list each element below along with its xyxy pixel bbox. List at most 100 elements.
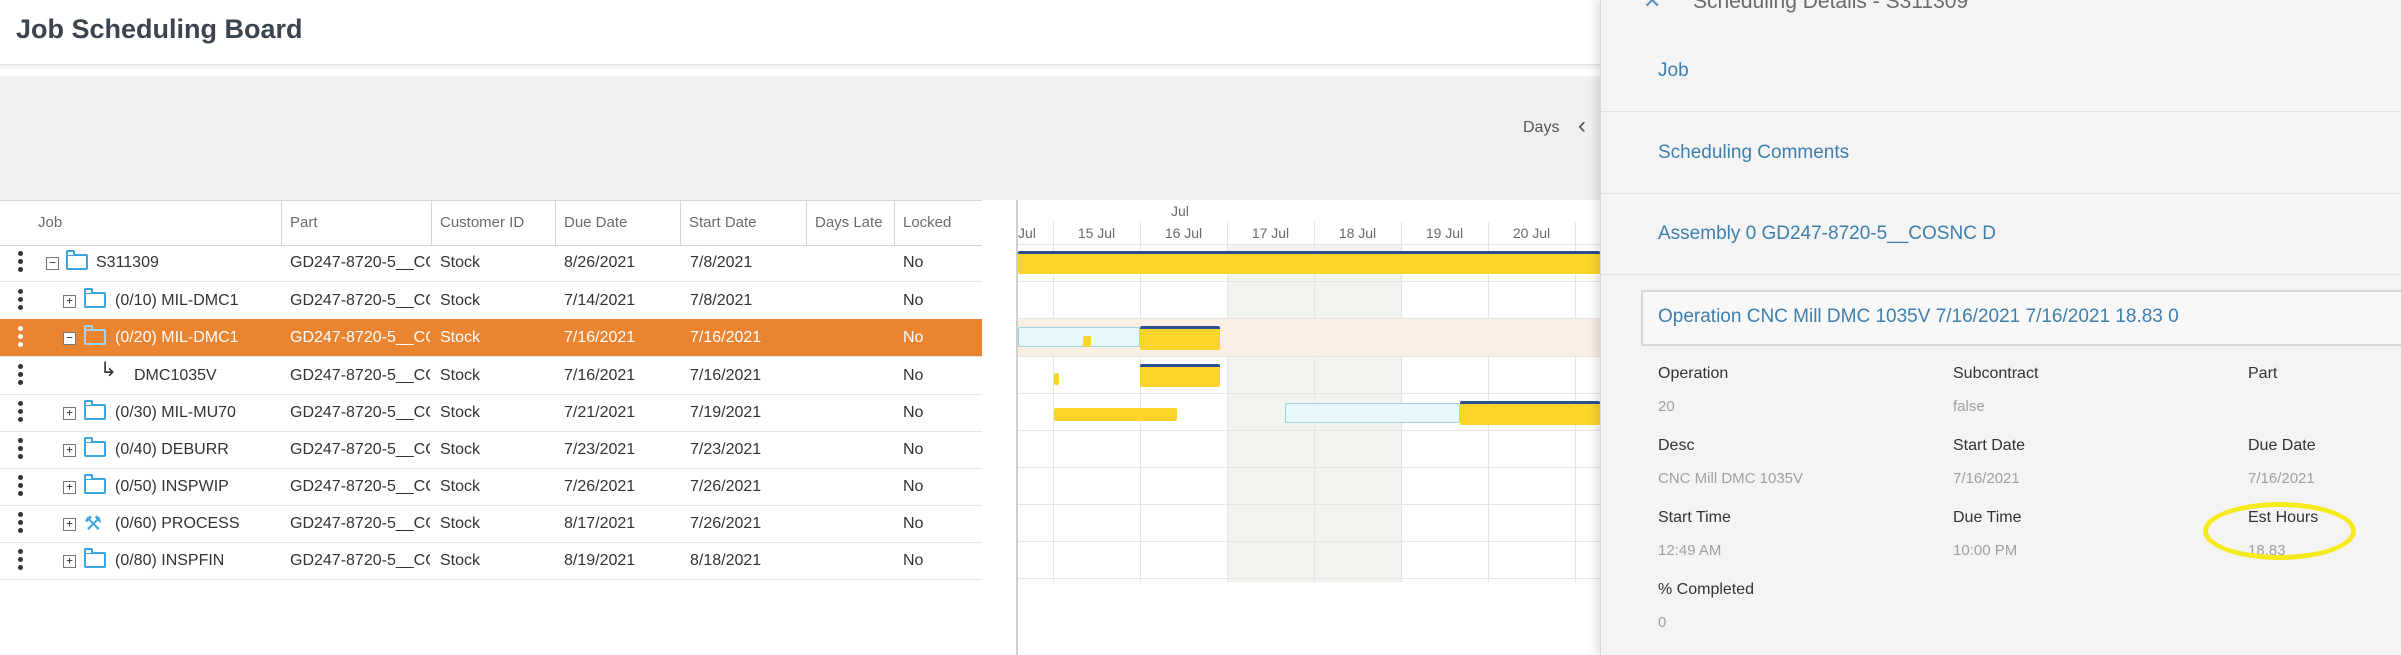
locked-cell: No [903,329,924,346]
job-name: (0/40) DEBURR [115,441,229,458]
gantt-rowline [1018,467,1600,468]
table-row[interactable]: + (0/10) MIL-DMC1 GD247-8720-5__CC Stock… [0,282,982,320]
row-menu-icon[interactable] [18,549,24,573]
due-date-cell: 7/14/2021 [564,292,636,309]
locked-cell: No [903,478,924,495]
due-date-cell: 7/21/2021 [564,404,636,421]
expand-icon[interactable]: + [63,481,76,494]
job-name: (0/80) INSPFIN [115,552,225,569]
col-header-due-date[interactable]: Due Date [556,201,681,245]
close-icon[interactable]: ✕ [1643,0,1661,14]
section-assembly[interactable]: Assembly 0 GD247-8720-5__COSNC D [1658,223,1996,245]
table-row-selected[interactable]: − (0/20) MIL-DMC1 GD247-8720-5__CC Stock… [0,319,982,357]
gantt-bar-job[interactable] [1018,251,1600,274]
gantt-gridline [1314,222,1315,582]
row-menu-icon[interactable] [18,401,24,425]
gantt-bar-marker[interactable] [1054,373,1059,385]
col-header-job[interactable]: Job [30,201,282,245]
gantt-gridline [1401,222,1402,582]
job-name: (0/20) MIL-DMC1 [115,329,239,346]
expand-icon[interactable]: + [63,407,76,420]
section-job[interactable]: Job [1658,60,1689,82]
gantt-chart[interactable]: Jul Jul 15 Jul 16 Jul 17 Jul 18 Jul 19 J… [1018,200,1600,655]
collapse-icon[interactable]: − [63,332,76,345]
start-date-cell: 7/8/2021 [690,292,753,309]
gantt-day-label: 18 Jul [1338,225,1377,241]
start-date-cell: 7/23/2021 [690,441,762,458]
col-header-customer-id[interactable]: Customer ID [432,201,556,245]
table-row[interactable]: + (0/50) INSPWIP GD247-8720-5__CC Stock … [0,468,982,506]
col-header-start-date[interactable]: Start Date [681,201,807,245]
gantt-bar-operation[interactable] [1140,326,1220,350]
gantt-day-label: 20 Jul [1512,225,1551,241]
due-date-cell: 7/23/2021 [564,441,636,458]
row-menu-icon[interactable] [18,438,24,462]
customer-cell: Stock [440,441,481,458]
start-date-cell: 7/16/2021 [690,329,762,346]
table-row[interactable]: − S311309 GD247-8720-5__CC Stock 8/26/20… [0,244,982,282]
tool-icon: ⚒ [84,513,102,535]
col-header-days-late[interactable]: Days Late [807,201,895,245]
expand-icon[interactable]: + [63,295,76,308]
row-menu-icon[interactable] [18,364,24,388]
gantt-day-label: 17 Jul [1251,225,1290,241]
gantt-bar-setup[interactable] [1285,403,1460,423]
table-row[interactable]: + ⚒ (0/60) PROCESS GD247-8720-5__CC Stoc… [0,505,982,543]
row-menu-icon[interactable] [18,289,24,313]
gantt-bar-setup[interactable] [1018,327,1140,347]
chevron-left-icon[interactable]: ‹ [1578,112,1586,140]
job-name: (0/60) PROCESS [115,515,240,532]
days-label[interactable]: Days [1523,119,1559,137]
expand-icon[interactable]: + [63,555,76,568]
collapse-icon[interactable]: − [46,257,59,270]
gantt-gridline [1227,222,1228,582]
locked-cell: No [903,552,924,569]
row-menu-icon[interactable] [18,326,24,350]
gantt-gridline [1053,222,1054,582]
customer-cell: Stock [440,478,481,495]
operation-header: Operation CNC Mill DMC 1035V 7/16/2021 7… [1658,306,2179,327]
start-date-cell: 7/19/2021 [690,404,762,421]
section-operation[interactable]: Operation CNC Mill DMC 1035V 7/16/2021 7… [1641,290,2401,346]
gantt-bar-operation[interactable] [1140,364,1220,387]
customer-cell: Stock [440,404,481,421]
customer-cell: Stock [440,515,481,532]
gantt-rowline [1018,393,1600,394]
gantt-bar-operation[interactable] [1054,408,1177,421]
table-row[interactable]: + (0/80) INSPFIN GD247-8720-5__CC Stock … [0,542,982,580]
locked-cell: No [903,404,924,421]
gantt-month-label: Jul [1171,203,1189,219]
gantt-bar-marker[interactable] [1083,336,1091,347]
divider [1601,111,2401,112]
section-scheduling-comments[interactable]: Scheduling Comments [1658,142,1849,164]
due-date-cell: 7/26/2021 [564,478,636,495]
table-row[interactable]: + (0/40) DEBURR GD247-8720-5__CC Stock 7… [0,431,982,469]
table-row[interactable]: ↳ DMC1035V GD247-8720-5__CC Stock 7/16/2… [0,357,982,395]
part-cell: GD247-8720-5__CC [290,552,430,569]
field-value-desc: CNC Mill DMC 1035V [1658,470,1804,487]
row-menu-icon[interactable] [18,475,24,499]
row-menu-icon[interactable] [18,251,24,275]
expand-icon[interactable]: + [63,518,76,531]
locked-cell: No [903,292,924,309]
table-row[interactable]: + (0/30) MIL-MU70 GD247-8720-5__CC Stock… [0,394,982,432]
locked-cell: No [903,441,924,458]
col-header-locked[interactable]: Locked [895,201,982,245]
part-cell: GD247-8720-5__CC [290,367,430,384]
row-menu-icon[interactable] [18,512,24,536]
part-cell: GD247-8720-5__CC [290,292,430,309]
field-value-pct-completed: 0 [1658,614,1667,631]
field-value-subcontract: false [1953,398,1985,415]
divider [1601,193,2401,194]
col-header-part[interactable]: Part [282,201,432,245]
gantt-bar-operation[interactable] [1460,401,1600,425]
expand-icon[interactable]: + [63,444,76,457]
subitem-arrow-icon: ↳ [100,359,117,381]
field-label-due-date: Due Date [2248,437,2316,454]
field-value-operation: 20 [1658,398,1675,415]
job-name: DMC1035V [134,367,217,384]
field-label-desc: Desc [1658,437,1695,454]
highlight-annotation [2203,502,2356,560]
part-cell: GD247-8720-5__CC [290,404,430,421]
customer-cell: Stock [440,329,481,346]
